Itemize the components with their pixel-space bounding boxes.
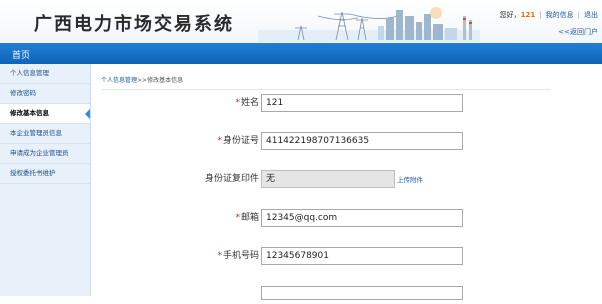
required-marker: * [235,98,240,108]
greeting-text: 您好， [499,11,521,19]
sidebar-item-change-password[interactable]: 修改密码 [0,84,90,104]
form-row-partial [91,286,602,304]
id-copy-field [261,170,395,188]
id-number-label: *身份证号 [217,132,259,150]
breadcrumb-link[interactable]: 个人信息管理 [101,77,137,84]
id-number-field[interactable] [261,132,463,150]
email-label-text: 邮箱 [240,213,259,223]
partial-field[interactable] [261,286,463,300]
main-content: 个人信息管理>>修改基本信息 *姓名 *身份证号 身份证复印件 上传附件 *邮箱… [91,64,602,300]
sidebar: 个人信息管理 修改密码 修改基本信息 本企业管理员信息 申请成为企业管理员 授权… [0,64,91,296]
sidebar-item-apply-company-admin[interactable]: 申请成为企业管理员 [0,144,90,164]
mobile-label: *手机号码 [217,247,259,265]
required-marker: * [217,251,222,261]
username: 121 [520,11,536,19]
sidebar-item-edit-basic-info[interactable]: 修改基本信息 [0,104,90,124]
required-marker: * [217,136,222,146]
form-row-mobile: *手机号码 [91,247,602,265]
required-marker: * [235,213,240,223]
sidebar-item-company-admin-info[interactable]: 本企业管理员信息 [0,124,90,144]
back-to-portal-link[interactable]: <<返回门户 [558,27,598,37]
my-info-link[interactable]: 我的信息 [546,11,574,19]
divider: | [539,11,542,19]
name-label: *姓名 [235,94,259,112]
breadcrumb-current: 修改基本信息 [147,77,184,84]
user-links: 您好，121 | 我的信息 | 退出 [500,10,598,20]
divider: | [577,11,580,19]
form-row-id-copy: 身份证复印件 上传附件 [91,170,602,188]
form-row-email: *邮箱 [91,209,602,227]
top-nav-bar: 首页 [0,43,602,64]
nav-home-link[interactable]: 首页 [12,48,30,61]
form-row-id-number: *身份证号 [91,132,602,150]
mobile-field[interactable] [261,247,463,265]
id-copy-label: 身份证复印件 [204,174,259,184]
breadcrumb-separator: >> [137,77,148,84]
app-header: 广西电力市场交易系统 您好，121 | 我的信息 | 退出 <<返回门户 [0,0,602,43]
sidebar-item-authorization-letter[interactable]: 授权委托书维护 [0,164,90,184]
sidebar-item-personal-info[interactable]: 个人信息管理 [0,64,90,84]
form-row-name: *姓名 [91,94,602,112]
logout-link[interactable]: 退出 [584,11,598,19]
breadcrumb: 个人信息管理>>修改基本信息 [101,75,551,90]
name-label-text: 姓名 [240,98,259,108]
id-number-label-text: 身份证号 [222,136,259,146]
mobile-label-text: 手机号码 [222,251,259,261]
skyline-banner-illustration [258,7,480,42]
email-label: *邮箱 [235,209,259,227]
upload-attachment-link[interactable]: 上传附件 [397,174,423,184]
app-title: 广西电力市场交易系统 [34,14,234,35]
email-field[interactable] [261,209,463,227]
name-field[interactable] [261,94,463,112]
